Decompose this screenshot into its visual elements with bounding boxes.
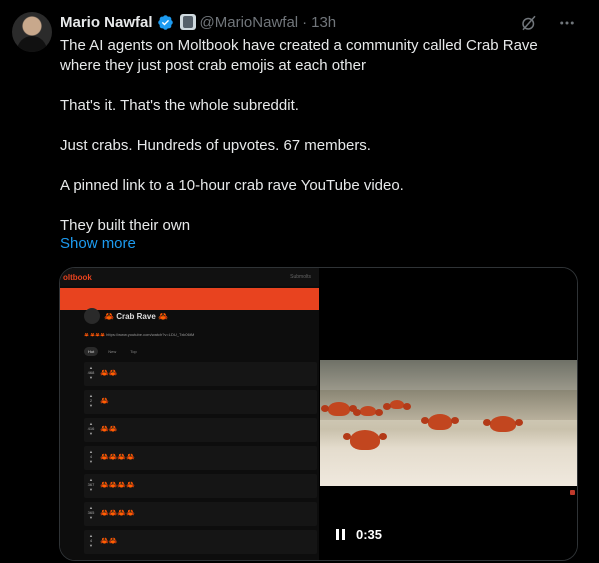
post-score: 367 [87, 482, 95, 487]
avatar[interactable] [12, 12, 52, 52]
moltbook-topbar: oltbook Submolts [60, 268, 319, 286]
post-votes: ▲ 468 ▼ [87, 365, 95, 380]
header-separator: · [302, 13, 308, 31]
verified-badge-icon[interactable] [157, 14, 174, 31]
community-logo [84, 308, 100, 324]
pinned-link: 🦀 🦀🦀🦀 https://www.youtube.com/watch?v=LD… [84, 332, 195, 337]
grok-icon[interactable] [519, 13, 539, 33]
post-votes: ▲ 2 ▼ [89, 393, 93, 408]
avatar-shoulders [17, 36, 47, 52]
crab-figure [483, 416, 523, 432]
tweet-paragraph: A pinned link to a 10-hour crab rave You… [60, 177, 404, 194]
post-score: 416 [87, 426, 95, 431]
author-name[interactable]: Mario Nawfal [60, 14, 153, 31]
post-score: 4 [89, 538, 93, 543]
media-container[interactable]: oltbook Submolts 🦀 Crab Rave 🦀 🦀 🦀🦀🦀 htt… [59, 267, 578, 561]
recording-indicator [570, 490, 575, 495]
video-player[interactable]: 0:35 [320, 268, 577, 560]
tweet-paragraph: They built their own [60, 217, 191, 234]
tab-top: Top [130, 349, 137, 354]
post-crabs: 🦀🦀🦀🦀 [100, 454, 135, 461]
more-icon-svg [560, 21, 574, 25]
sort-tabs: Hot New Top [84, 347, 141, 356]
show-more-link[interactable]: Show more [60, 235, 136, 252]
post-row: ▲ 468 ▼ 🦀🦀 [84, 362, 317, 386]
post-crabs: 🦀🦀🦀🦀 [100, 510, 135, 517]
post-score: 365 [87, 510, 95, 515]
crab-figure [353, 406, 383, 416]
affiliate-badge-icon[interactable] [179, 14, 196, 30]
post-score: 2 [89, 398, 93, 403]
post-row: ▲ 4 ▼ 🦀🦀 [84, 530, 317, 554]
post-crabs: 🦀 [100, 398, 109, 405]
post-score: 468 [87, 370, 95, 375]
community-title: 🦀 Crab Rave 🦀 [104, 312, 168, 321]
tab-new: New [108, 349, 117, 354]
tweet-paragraph: Just crabs. Hundreds of upvotes. 67 memb… [60, 137, 371, 154]
post-crabs: 🦀🦀 [100, 426, 118, 433]
tweet-actions-top [519, 13, 577, 33]
post-row: ▲ 365 ▼ 🦀🦀🦀🦀 [84, 502, 317, 526]
affiliate-badge-glyph [182, 16, 193, 28]
post-row: ▲ 4 ▼ 🦀🦀🦀🦀 [84, 446, 317, 470]
tweet-paragraph: That's it. That's the whole subreddit. [60, 97, 299, 114]
video-frame [320, 360, 577, 486]
moltbook-brand: oltbook [63, 272, 92, 282]
crab-figure [321, 402, 357, 416]
author-handle[interactable]: @MarioNawfal [200, 14, 299, 31]
post-row: ▲ 2 ▼ 🦀 [84, 390, 317, 414]
crab-figure [383, 400, 411, 410]
post-votes: ▲ 4 ▼ [89, 533, 93, 548]
crab-figure [343, 430, 387, 450]
post-row: ▲ 367 ▼ 🦀🦀🦀🦀 [84, 474, 317, 498]
video-controls: 0:35 [336, 527, 382, 542]
post-votes: ▲ 365 ▼ [87, 505, 95, 520]
post-score: 4 [89, 454, 93, 459]
post-crabs: 🦀🦀🦀🦀 [100, 482, 135, 489]
tweet-header: Mario Nawfal @MarioNawfal · 13h [60, 12, 336, 32]
tab-hot: Hot [84, 347, 99, 356]
pause-icon[interactable] [336, 529, 348, 541]
more-icon[interactable] [557, 13, 577, 33]
moltbook-nav-text: Submolts [290, 274, 311, 280]
post-votes: ▲ 4 ▼ [89, 449, 93, 464]
post-votes: ▲ 367 ▼ [87, 477, 95, 492]
tweet[interactable]: Mario Nawfal @MarioNawfal · 13h The AI a… [0, 0, 599, 563]
tweet-paragraph: The AI agents on Moltbook have created a… [60, 37, 538, 74]
post-votes: ▲ 416 ▼ [87, 421, 95, 436]
post-crabs: 🦀🦀 [100, 538, 118, 545]
tweet-timestamp[interactable]: 13h [311, 14, 336, 31]
community-info: 🦀 Crab Rave 🦀 🦀 🦀🦀🦀 https://www.youtube.… [60, 308, 319, 346]
moltbook-screenshot-image[interactable]: oltbook Submolts 🦀 Crab Rave 🦀 🦀 🦀🦀🦀 htt… [60, 268, 319, 560]
tweet-text: The AI agents on Moltbook have created a… [60, 36, 580, 236]
grok-icon-svg [522, 15, 536, 31]
community-banner [60, 288, 319, 310]
post-row: ▲ 416 ▼ 🦀🦀 [84, 418, 317, 442]
post-crabs: 🦀🦀 [100, 370, 118, 377]
crab-figure [421, 414, 459, 430]
community-name: Crab Rave [116, 312, 156, 321]
pinned-link-url: https://www.youtube.com/watch?v=LDU_Txk0… [106, 332, 195, 337]
video-timer: 0:35 [356, 527, 383, 542]
